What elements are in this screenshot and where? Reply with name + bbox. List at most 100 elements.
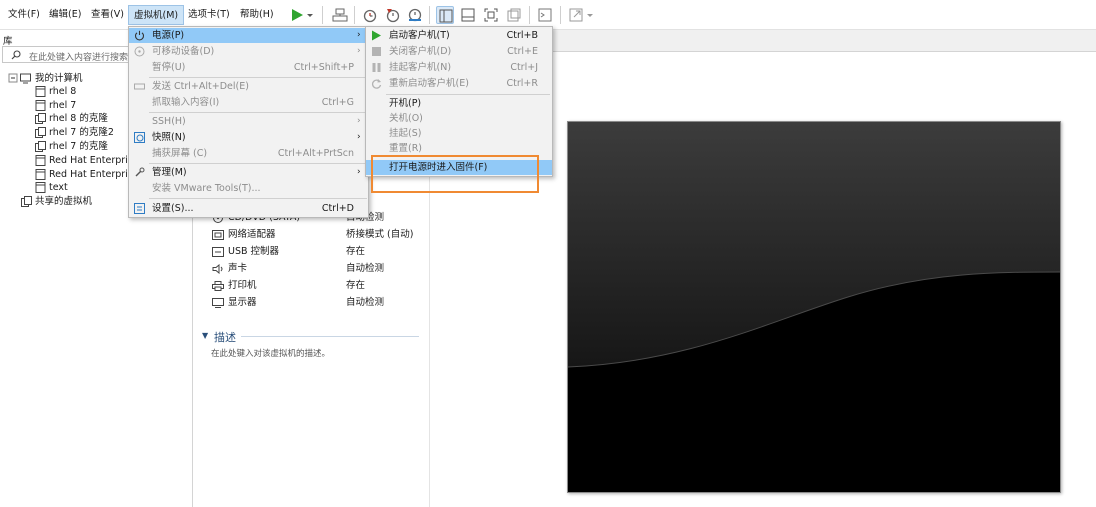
hardware-name: 网络适配器 xyxy=(228,229,276,240)
snapshot-icon xyxy=(134,132,145,143)
submenu-arrow-icon: › xyxy=(357,116,361,126)
vm-screen-preview[interactable] xyxy=(567,121,1061,493)
menu-item-suspend[interactable]: 挂起(S) xyxy=(366,126,552,141)
show-library-icon[interactable] xyxy=(436,6,454,24)
menu-item-settings[interactable]: 设置(S)... Ctrl+D xyxy=(129,201,368,216)
hardware-value: 存在 xyxy=(346,246,366,257)
vm-icon xyxy=(35,169,46,180)
clone-vm-icon xyxy=(35,141,46,152)
description-placeholder[interactable]: 在此处键入对该虚拟机的描述。 xyxy=(211,347,330,359)
thumbnail-bar-icon[interactable] xyxy=(459,6,477,24)
search-placeholder: 在此处键入内容进行搜索 xyxy=(29,53,129,63)
tree-label: rhel 7 的克隆 xyxy=(49,141,108,152)
tree-label: Red Hat Enterprise xyxy=(49,169,139,180)
menu-item-snapshot[interactable]: 快照(N) › xyxy=(129,130,368,145)
hardware-row-printer[interactable]: 打印机 存在 xyxy=(212,279,422,293)
menu-view[interactable]: 查看(V) xyxy=(91,8,124,22)
library-title: 库 xyxy=(3,36,13,47)
menu-item-power-off[interactable]: 关机(O) xyxy=(366,111,552,126)
submenu-arrow-icon: › xyxy=(357,167,361,177)
tree-label: 我的计算机 xyxy=(35,73,83,84)
menu-item-send-ctrl-alt-del[interactable]: 发送 Ctrl+Alt+Del(E) xyxy=(129,79,368,94)
menu-item-start-guest[interactable]: 启动客户机(T) Ctrl+B xyxy=(366,28,552,43)
tree-label: rhel 7 的克隆2 xyxy=(49,127,114,138)
monitor-icon xyxy=(212,298,224,308)
computer-icon xyxy=(20,73,31,84)
search-icon xyxy=(11,50,21,60)
send-ctrl-alt-del-icon[interactable] xyxy=(331,6,349,24)
menu-item-shutdown-guest[interactable]: 关闭客户机(D) Ctrl+E xyxy=(366,44,552,59)
hardware-name: 显示器 xyxy=(228,297,257,308)
collapse-icon[interactable] xyxy=(8,73,19,84)
vm-icon xyxy=(35,182,46,193)
vm-icon xyxy=(35,100,46,111)
description-rule xyxy=(241,336,419,337)
snapshot-manager-icon[interactable] xyxy=(406,6,424,24)
submenu-arrow-icon: › xyxy=(357,46,361,56)
menu-item-install-vmware-tools[interactable]: 安装 VMware Tools(T)... xyxy=(129,181,368,196)
play-dropdown-icon[interactable] xyxy=(305,6,315,24)
snapshot-icon[interactable] xyxy=(361,6,379,24)
menu-item-power[interactable]: 电源(P) › xyxy=(129,28,368,43)
printer-icon xyxy=(212,281,224,291)
hardware-row-display[interactable]: 显示器 自动检测 xyxy=(212,296,422,310)
submenu-arrow-icon: › xyxy=(357,132,361,142)
menu-edit[interactable]: 编辑(E) xyxy=(49,8,81,22)
network-adapter-icon xyxy=(212,230,224,240)
keyboard-icon xyxy=(134,81,145,92)
menu-tabs[interactable]: 选项卡(T) xyxy=(188,8,230,22)
restart-icon xyxy=(371,78,382,89)
play-icon xyxy=(371,30,382,41)
menu-item-capture-screen[interactable]: 捕获屏幕 (C) Ctrl+Alt+PrtScn xyxy=(129,146,368,161)
play-icon[interactable] xyxy=(288,6,306,24)
submenu-arrow-icon: › xyxy=(357,30,361,40)
collapse-arrow-icon[interactable]: ▼ xyxy=(202,331,208,340)
console-view-icon[interactable] xyxy=(536,6,554,24)
settings-icon xyxy=(134,203,145,214)
menu-item-grab-input[interactable]: 抓取输入内容(I) Ctrl+G xyxy=(129,95,368,110)
speaker-icon xyxy=(212,264,223,274)
menu-item-suspend-guest[interactable]: 挂起客户机(N) Ctrl+J xyxy=(366,60,552,75)
usb-controller-icon xyxy=(212,247,224,257)
menu-item-power-on[interactable]: 开机(P) xyxy=(366,96,552,111)
wrench-icon xyxy=(134,167,145,178)
shared-vms-icon xyxy=(21,196,32,207)
hardware-row-network[interactable]: 网络适配器 桥接模式 (自动) xyxy=(212,228,422,242)
tree-label: text xyxy=(49,182,68,193)
menu-vm[interactable]: 虚拟机(M) xyxy=(128,5,185,25)
hardware-value: 自动检测 xyxy=(346,263,385,274)
menu-item-pause[interactable]: 暂停(U) Ctrl+Shift+P xyxy=(129,60,368,75)
menu-item-reset[interactable]: 重置(R) xyxy=(366,141,552,156)
unity-icon[interactable] xyxy=(505,6,523,24)
preview-wave xyxy=(568,271,1060,492)
menu-file[interactable]: 文件(F) xyxy=(8,8,40,22)
stop-icon xyxy=(371,46,382,57)
menu-item-ssh[interactable]: SSH(H) › xyxy=(129,114,368,129)
tree-label: Red Hat Enterprise xyxy=(49,155,139,166)
pause-icon xyxy=(371,62,382,73)
hardware-row-sound[interactable]: 声卡 自动检测 xyxy=(212,262,422,276)
power-icon xyxy=(134,30,145,41)
menu-help[interactable]: 帮助(H) xyxy=(240,8,274,22)
description-title: 描述 xyxy=(214,331,236,344)
hardware-name: USB 控制器 xyxy=(228,246,280,257)
hardware-row-usb[interactable]: USB 控制器 存在 xyxy=(212,245,422,259)
stretch-guest-icon[interactable] xyxy=(567,6,585,24)
hardware-name: 声卡 xyxy=(228,263,248,274)
hardware-value: 存在 xyxy=(346,280,366,291)
tree-label: rhel 8 的克隆 xyxy=(49,113,108,124)
vm-icon xyxy=(35,86,46,97)
removable-device-icon xyxy=(134,46,145,57)
revert-snapshot-icon[interactable] xyxy=(384,6,402,24)
tree-label: rhel 7 xyxy=(49,100,77,111)
stretch-dropdown-icon[interactable] xyxy=(586,6,594,24)
vm-menu: 电源(P) › 可移动设备(D) › 暂停(U) Ctrl+Shift+P 发送… xyxy=(128,26,369,218)
full-screen-icon[interactable] xyxy=(482,6,500,24)
highlight-annotation-box xyxy=(371,155,539,193)
clone-vm-icon xyxy=(35,113,46,124)
tree-label: 共享的虚拟机 xyxy=(35,196,93,207)
tree-label: rhel 8 xyxy=(49,86,77,97)
menu-item-manage[interactable]: 管理(M) › xyxy=(129,165,368,180)
menu-item-removable-devices[interactable]: 可移动设备(D) › xyxy=(129,44,368,59)
menu-item-restart-guest[interactable]: 重新启动客户机(E) Ctrl+R xyxy=(366,76,552,91)
